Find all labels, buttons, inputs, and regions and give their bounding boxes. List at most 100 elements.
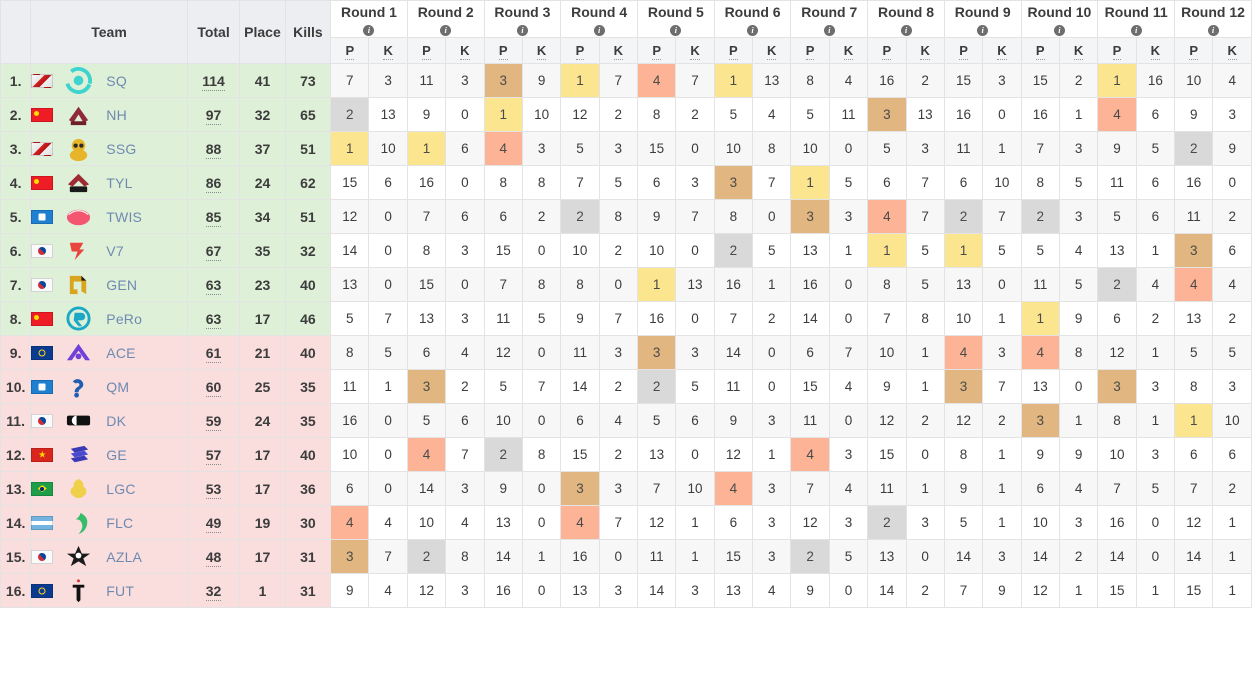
round-10-kills-cell: 3 — [1058, 131, 1099, 166]
round-4-placement-header[interactable]: P — [560, 37, 600, 64]
round-7-kills-header[interactable]: K — [828, 37, 869, 64]
total-cell: 97 — [186, 97, 241, 132]
round-1-placement-header[interactable]: P — [330, 37, 370, 64]
info-icon[interactable]: i — [977, 25, 989, 37]
round-6-kills-cell: 3 — [752, 403, 792, 438]
team-name: SQ — [106, 72, 127, 89]
team-cell[interactable]: NH — [30, 97, 188, 132]
table-row[interactable]: 10. QM 60 25 35 11 1 3 2 5 7 14 2 2 5 11 0 15 4 9 1 3 7 13 0 3 3 8 3 — [0, 369, 1252, 404]
round-9-kills-header[interactable]: K — [982, 37, 1022, 64]
round-5-kills-header[interactable]: K — [675, 37, 715, 64]
table-row[interactable]: 15. AZLA 48 17 31 3 7 2 8 14 1 16 0 11 1 15 3 2 5 13 0 14 3 14 2… — [0, 539, 1252, 574]
team-cell[interactable]: QM — [30, 369, 188, 404]
round-4-kills-header[interactable]: K — [598, 37, 638, 64]
info-icon[interactable]: i — [593, 25, 605, 37]
total-cell: 63 — [186, 267, 241, 302]
team-cell[interactable]: PeRo — [30, 301, 188, 336]
round-11-kills-header[interactable]: K — [1135, 37, 1176, 64]
info-icon[interactable]: i — [1053, 25, 1065, 37]
round-6-placement-header[interactable]: P — [713, 37, 754, 64]
team-cell[interactable]: TWIS — [30, 199, 188, 234]
round-10-placement-header[interactable]: P — [1020, 37, 1060, 64]
round-3-kills-header[interactable]: K — [521, 37, 562, 64]
table-row[interactable]: 7. GEN 63 23 40 13 0 15 0 7 8 8 0 1 13 16 1 16 0 8 5 13 0 11 5 2 4… — [0, 267, 1252, 302]
team-cell[interactable]: FLC — [30, 505, 188, 540]
team-cell[interactable]: SSG — [30, 131, 188, 166]
round-4-kills-cell: 5 — [598, 165, 638, 200]
info-icon[interactable]: i — [747, 25, 759, 37]
round-header-8[interactable]: Round 8 i — [867, 0, 945, 38]
team-cell[interactable]: ACE — [30, 335, 188, 370]
round-8-placement-cell: 6 — [867, 165, 907, 200]
round-header-6[interactable]: Round 6 i — [713, 0, 792, 38]
round-header-10[interactable]: Round 10 i — [1020, 0, 1099, 38]
round-header-2[interactable]: Round 2 i — [406, 0, 485, 38]
team-cell[interactable]: SQ — [30, 63, 188, 98]
round-header-11[interactable]: Round 11 i — [1097, 0, 1176, 38]
round-2-placement-header[interactable]: P — [406, 37, 447, 64]
round-header-1[interactable]: Round 1 i — [330, 0, 408, 38]
table-row[interactable]: 6. V7 67 35 32 14 0 8 3 15 0 10 2 10 0 2 5 13 1 1 5 1 5 5 4 13 1 3 6 — [0, 233, 1252, 268]
team-inner: V7 — [31, 235, 186, 267]
round-9-placement-header[interactable]: P — [943, 37, 984, 64]
round-8-placement-header[interactable]: P — [867, 37, 907, 64]
round-11-placement-header[interactable]: P — [1097, 37, 1137, 64]
table-row[interactable]: 5. TWIS 85 34 51 12 0 7 6 6 2 2 8 9 7 8 0 3 3 4 7 2 7 2 3 5 6 11 2 — [0, 199, 1252, 234]
round-header-12[interactable]: Round 12 i — [1174, 0, 1252, 38]
table-row[interactable]: 3. SSG 88 37 51 1 10 1 6 4 3 5 3 15 0 10 8 10 0 5 3 11 1 7 3 9 5 2 9 — [0, 131, 1252, 166]
table-row[interactable]: 16. FUT 32 1 31 9 4 12 3 16 0 13 3 14 3 13 4 9 0 14 2 7 9 12 1 15… — [0, 573, 1252, 608]
round-12-placement-cell: 15 — [1174, 573, 1214, 608]
info-icon[interactable]: i — [670, 25, 682, 37]
info-icon[interactable]: i — [516, 25, 528, 37]
table-row[interactable]: 9. ACE 61 21 40 8 5 6 4 12 0 11 3 3 3 14 0 6 7 10 1 4 3 4 8 12 1 5 5 — [0, 335, 1252, 370]
team-cell[interactable]: FUT — [30, 573, 188, 608]
team-cell[interactable]: V7 — [30, 233, 188, 268]
table-row[interactable]: 13. LGC 53 17 36 6 0 14 3 9 0 3 3 7 10 4 3 7 4 11 1 9 1 6 4 7 5 7 2 — [0, 471, 1252, 506]
round-header-4[interactable]: Round 4 i — [560, 0, 638, 38]
rank-cell: 6. — [0, 233, 32, 268]
table-row[interactable]: 4. TYL 86 24 62 15 6 16 0 8 8 7 5 6 3 3 7 1 5 6 7 6 10 8 5 11 6 16 0 — [0, 165, 1252, 200]
round-2-kills-cell: 3 — [445, 301, 485, 336]
table-row[interactable]: 11. DK 59 24 35 16 0 5 6 10 0 6 4 5 6 9 3 11 0 12 2 12 2 3 1 8 1 1 1… — [0, 403, 1252, 438]
team-cell[interactable]: TYL — [30, 165, 188, 200]
round-7-placement-header[interactable]: P — [790, 37, 830, 64]
round-2-kills-cell: 0 — [445, 97, 485, 132]
round-label: Round 5 — [647, 4, 704, 20]
round-1-placement-cell: 12 — [330, 199, 370, 234]
flag-icon-cn — [31, 311, 54, 326]
team-cell[interactable]: GEN — [30, 267, 188, 302]
team-cell[interactable]: ★ GE — [30, 437, 188, 472]
info-icon[interactable]: i — [823, 25, 835, 37]
table-row[interactable]: 1. SQ 114 41 73 7 3 11 3 3 9 1 7 4 7 1 13 8 4 16 2 15 3 15 2 1 16 1… — [0, 63, 1252, 98]
round-5-placement-header[interactable]: P — [636, 37, 677, 64]
round-6-kills-header[interactable]: K — [752, 37, 792, 64]
rank-cell: 12. — [0, 437, 32, 472]
table-row[interactable]: 8. PeRo 63 17 46 5 7 13 3 11 5 9 7 16 0 7 2 14 0 7 8 10 1 1 9 6 2 1… — [0, 301, 1252, 336]
round-header-9[interactable]: Round 9 i — [943, 0, 1022, 38]
round-header-7[interactable]: Round 7 i — [790, 0, 869, 38]
info-icon[interactable]: i — [440, 25, 452, 37]
round-2-kills-header[interactable]: K — [445, 37, 485, 64]
team-cell[interactable]: DK — [30, 403, 188, 438]
table-row[interactable]: 2. NH 97 32 65 2 13 9 0 1 10 12 2 8 2 5 4 5 11 3 13 16 0 16 1 4 6 9… — [0, 97, 1252, 132]
team-cell[interactable]: AZLA — [30, 539, 188, 574]
round-2-kills-cell: 4 — [445, 335, 485, 370]
round-8-kills-header[interactable]: K — [905, 37, 945, 64]
team-cell[interactable]: LGC — [30, 471, 188, 506]
info-icon[interactable]: i — [1207, 25, 1219, 37]
round-header-5[interactable]: Round 5 i — [636, 0, 715, 38]
info-icon[interactable]: i — [363, 25, 375, 37]
round-3-placement-header[interactable]: P — [483, 37, 523, 64]
table-row[interactable]: 12. ★ GE 57 17 40 10 0 4 7 2 8 15 2 13 0 12 1 4 3 15 0 8 1 9 9 10 3… — [0, 437, 1252, 472]
info-icon[interactable]: i — [900, 25, 912, 37]
round-1-kills-header[interactable]: K — [368, 37, 408, 64]
round-12-kills-header[interactable]: K — [1212, 37, 1252, 64]
info-icon[interactable]: i — [1130, 25, 1142, 37]
round-11-placement-cell: 8 — [1097, 403, 1137, 438]
round-12-placement-header[interactable]: P — [1174, 37, 1214, 64]
table-row[interactable]: 14. FLC 49 19 30 4 4 10 4 13 0 4 7 12 1 6 3 12 3 2 3 5 1 10 3 16 0… — [0, 505, 1252, 540]
round-header-3[interactable]: Round 3 i — [483, 0, 562, 38]
flag-icon-kr2 — [31, 209, 54, 224]
round-10-kills-header[interactable]: K — [1058, 37, 1099, 64]
round-5-placement-cell: 1 — [636, 267, 677, 302]
